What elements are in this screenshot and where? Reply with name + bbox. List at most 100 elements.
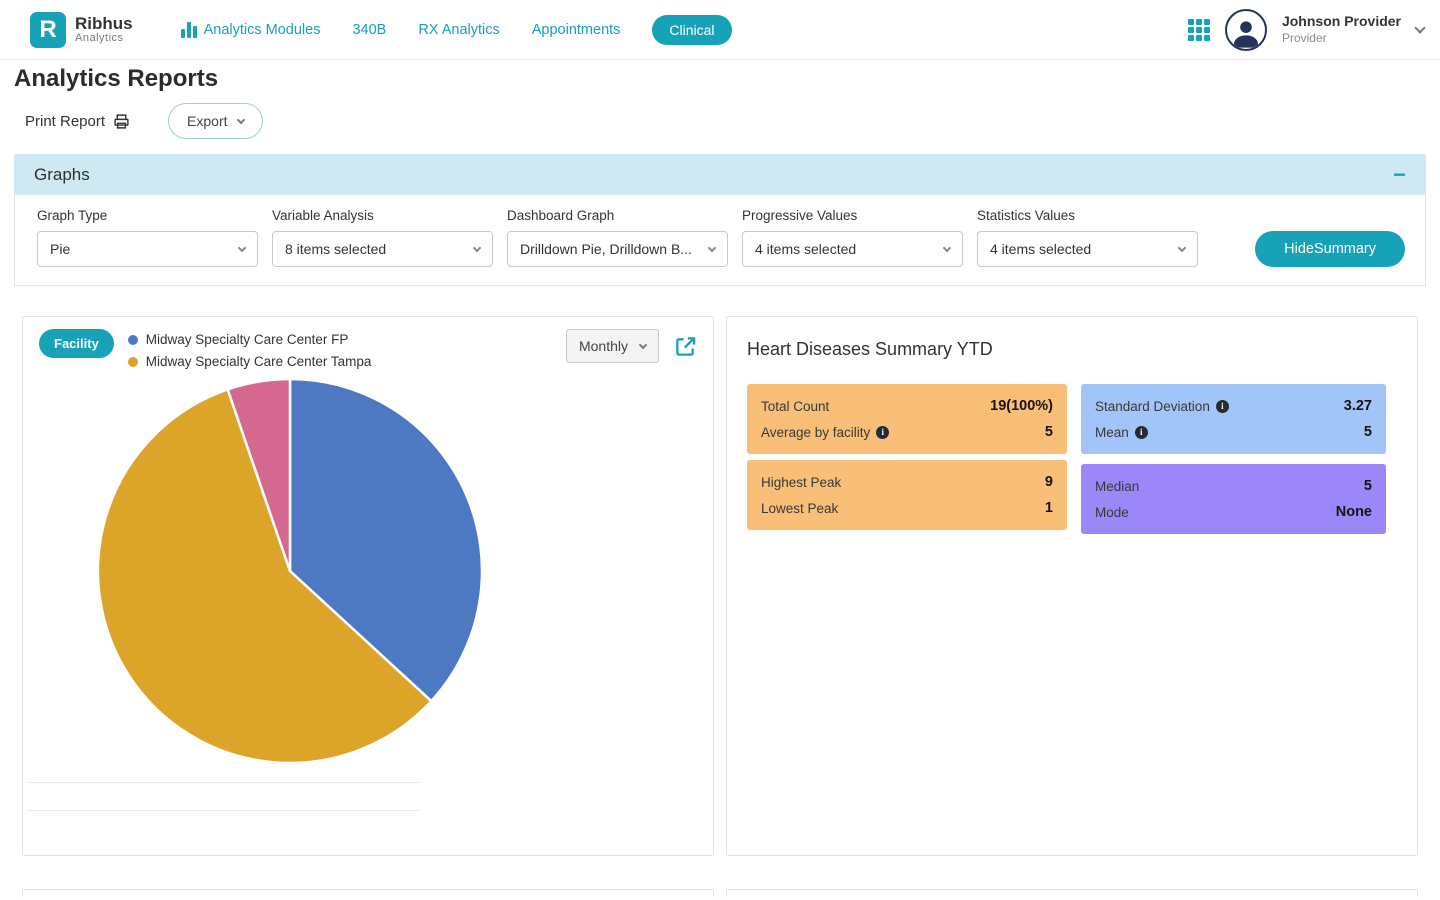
statistics-values-select[interactable]: 4 items selected xyxy=(977,231,1198,267)
stat-value: 5 xyxy=(1364,478,1372,494)
graphs-section-title: Graphs xyxy=(34,165,90,185)
ribhus-logo-icon: R xyxy=(30,12,66,48)
divider xyxy=(27,782,420,783)
selected-value: 4 items selected xyxy=(990,241,1091,257)
apps-grid-icon[interactable] xyxy=(1188,19,1210,41)
variable-analysis-select[interactable]: 8 items selected xyxy=(272,231,493,267)
stat-label: Standard Deviation i xyxy=(1095,399,1229,414)
collapse-icon[interactable]: − xyxy=(1393,164,1406,186)
user-name: Johnson Provider xyxy=(1282,13,1401,31)
print-report-button[interactable]: Print Report xyxy=(25,113,130,130)
brand-logo[interactable]: R Ribhus Analytics xyxy=(30,12,133,48)
filter-progressive-values: Progressive Values 4 items selected xyxy=(728,208,963,267)
deviation-box: Standard Deviation i 3.27 Mean i 5 xyxy=(1081,384,1386,454)
filter-dashboard-graph: Dashboard Graph Drilldown Pie, Drilldown… xyxy=(493,208,728,267)
period-select[interactable]: Monthly xyxy=(566,329,659,363)
nav-analytics-modules[interactable]: Analytics Modules xyxy=(181,22,321,38)
pie-chart-svg xyxy=(90,371,490,771)
card-stub xyxy=(22,889,714,897)
selected-value: 4 items selected xyxy=(755,241,856,257)
printer-icon xyxy=(113,113,130,130)
graph-type-select[interactable]: Pie xyxy=(37,231,258,267)
chart-legend: Midway Specialty Care Center FP Midway S… xyxy=(128,329,372,369)
filter-graph-type: Graph Type Pie xyxy=(23,208,258,267)
stat-row: Mean i 5 xyxy=(1095,419,1372,445)
filter-label: Progressive Values xyxy=(742,208,963,223)
filter-label: Variable Analysis xyxy=(272,208,493,223)
chevron-down-icon xyxy=(639,340,647,348)
nav-rx-analytics[interactable]: RX Analytics xyxy=(418,22,499,38)
expand-icon xyxy=(674,335,697,358)
stat-row: Median 5 xyxy=(1095,473,1372,499)
stat-value: 5 xyxy=(1364,424,1372,440)
page-title: Analytics Reports xyxy=(14,65,1440,93)
legend-label: Midway Specialty Care Center Tampa xyxy=(146,354,372,369)
period-value: Monthly xyxy=(579,338,628,354)
summary-card: Heart Diseases Summary YTD Total Count 1… xyxy=(726,316,1418,856)
info-icon[interactable]: i xyxy=(1216,400,1229,413)
chart-card-header: Facility Midway Specialty Care Center FP… xyxy=(23,317,713,369)
legend-item[interactable]: Midway Specialty Care Center Tampa xyxy=(128,354,372,369)
stat-label: Average by facility i xyxy=(761,425,889,440)
selected-value: Drilldown Pie, Drilldown B... xyxy=(520,241,692,257)
stat-row: Total Count 19(100%) xyxy=(761,393,1053,419)
summary-col-right: Standard Deviation i 3.27 Mean i 5 xyxy=(1081,384,1386,534)
stat-row: Highest Peak 9 xyxy=(761,469,1053,495)
stat-label: Highest Peak xyxy=(761,475,841,490)
nav-appointments[interactable]: Appointments xyxy=(532,22,621,38)
cards-row: Facility Midway Specialty Care Center FP… xyxy=(22,316,1418,856)
stat-label: Total Count xyxy=(761,399,829,414)
summary-col-left: Total Count 19(100%) Average by facility… xyxy=(747,384,1067,534)
stat-label-text: Mean xyxy=(1095,425,1129,440)
legend-item[interactable]: Midway Specialty Care Center FP xyxy=(128,332,372,347)
avatar[interactable] xyxy=(1225,9,1267,51)
dashboard-graph-select[interactable]: Drilldown Pie, Drilldown B... xyxy=(507,231,728,267)
nav-label: Analytics Modules xyxy=(204,22,321,38)
stat-label: Mean i xyxy=(1095,425,1148,440)
summary-panels: Total Count 19(100%) Average by facility… xyxy=(747,384,1397,534)
stat-value: 5 xyxy=(1045,424,1053,440)
peaks-box: Highest Peak 9 Lowest Peak 1 xyxy=(747,460,1067,530)
main-nav: Analytics Modules 340B RX Analytics Appo… xyxy=(181,15,732,45)
filter-statistics-values: Statistics Values 4 items selected xyxy=(963,208,1198,267)
stat-value: None xyxy=(1336,504,1372,520)
filter-label: Statistics Values xyxy=(977,208,1198,223)
legend-dot-blue xyxy=(128,335,138,345)
facility-badge[interactable]: Facility xyxy=(39,329,114,358)
stat-label-text: Standard Deviation xyxy=(1095,399,1210,414)
pie-chart xyxy=(90,371,713,776)
chevron-down-icon xyxy=(708,243,716,251)
chevron-down-icon xyxy=(238,243,246,251)
hide-summary-button[interactable]: HideSummary xyxy=(1255,231,1405,267)
nav-clinical[interactable]: Clinical xyxy=(652,15,731,45)
card-stub xyxy=(726,889,1418,897)
bar-chart-icon xyxy=(181,22,197,38)
stat-value: 1 xyxy=(1045,500,1053,516)
nav-340b[interactable]: 340B xyxy=(352,22,386,38)
export-button[interactable]: Export xyxy=(168,103,262,139)
chevron-down-icon xyxy=(236,115,244,123)
chevron-down-icon xyxy=(943,243,951,251)
chevron-down-icon[interactable] xyxy=(1414,22,1425,33)
expand-chart-button[interactable] xyxy=(674,335,697,358)
info-icon[interactable]: i xyxy=(876,426,889,439)
report-toolbar: Print Report Export xyxy=(25,103,1440,139)
stat-value: 9 xyxy=(1045,474,1053,490)
chart-card: Facility Midway Specialty Care Center FP… xyxy=(22,316,714,856)
filter-label: Dashboard Graph xyxy=(507,208,728,223)
info-icon[interactable]: i xyxy=(1135,426,1148,439)
stat-row: Average by facility i 5 xyxy=(761,419,1053,445)
print-report-label: Print Report xyxy=(25,113,105,130)
stat-label: Median xyxy=(1095,479,1139,494)
divider xyxy=(27,810,420,811)
brand-sub: Analytics xyxy=(75,33,133,45)
chart-controls: Monthly xyxy=(566,329,697,363)
graphs-section-header[interactable]: Graphs − xyxy=(14,154,1426,195)
stat-value: 3.27 xyxy=(1344,398,1372,414)
top-nav-bar: R Ribhus Analytics Analytics Modules 340… xyxy=(0,0,1440,60)
stat-label: Mode xyxy=(1095,505,1129,520)
user-block: Johnson Provider Provider xyxy=(1282,13,1401,46)
totals-box: Total Count 19(100%) Average by facility… xyxy=(747,384,1067,454)
progressive-values-select[interactable]: 4 items selected xyxy=(742,231,963,267)
selected-value: 8 items selected xyxy=(285,241,386,257)
